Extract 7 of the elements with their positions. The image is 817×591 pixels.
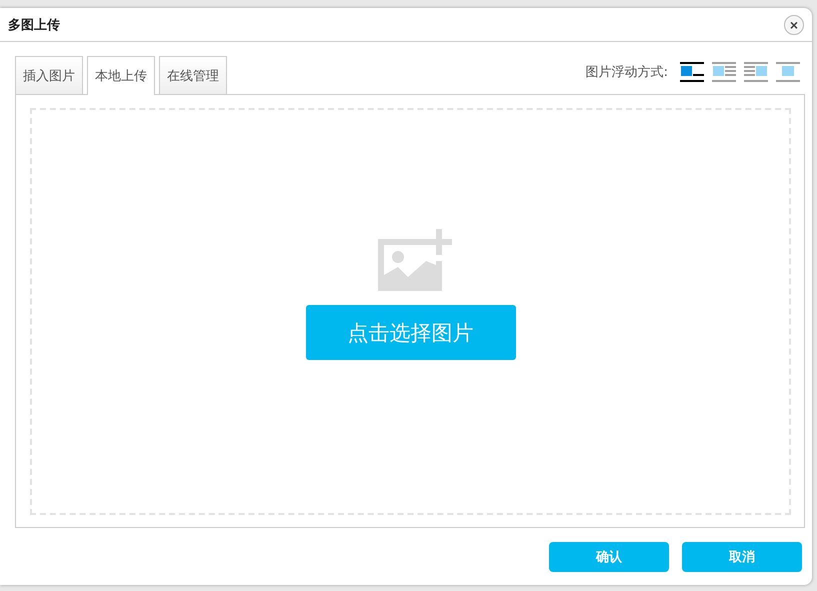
window-title: 多图上传 [8,16,60,34]
float-mode-icon[interactable] [680,62,704,82]
float-label: 图片浮动方式: [586,64,668,81]
tab[interactable]: 本地上传 [87,56,155,95]
tab[interactable]: 插入图片 [15,56,83,94]
close-button[interactable]: × [784,14,804,34]
tab[interactable]: 在线管理 [159,56,227,94]
